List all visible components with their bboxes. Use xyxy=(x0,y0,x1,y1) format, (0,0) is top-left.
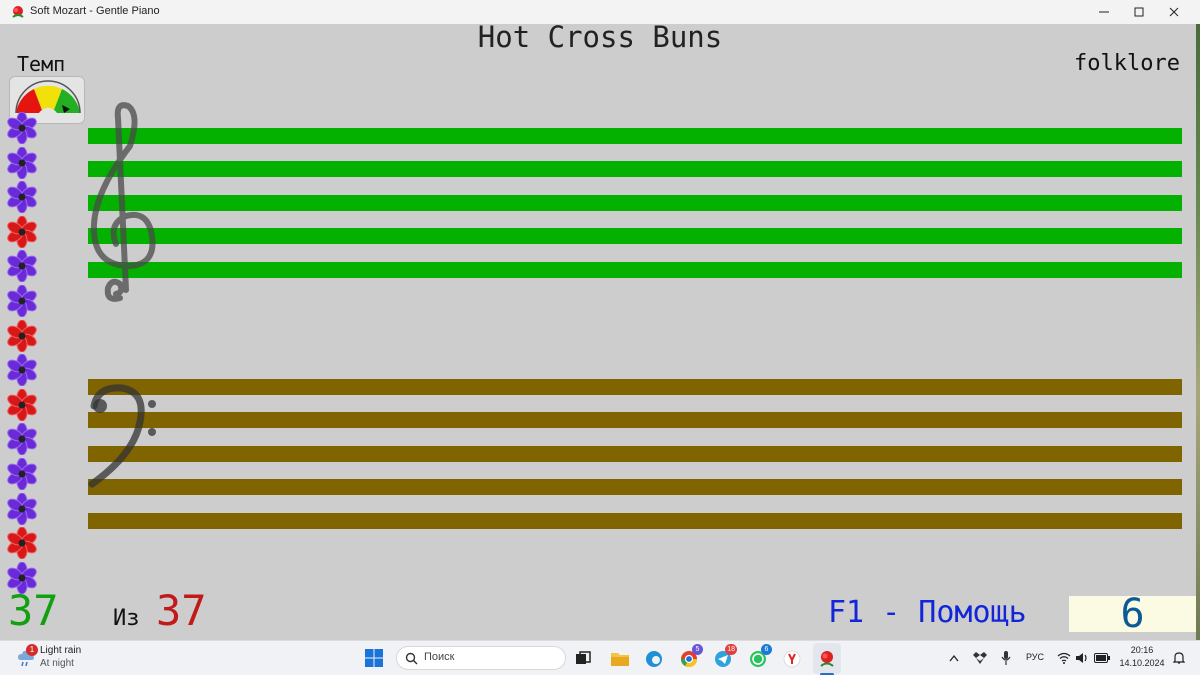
treble-staff-line xyxy=(88,128,1182,144)
telegram-badge: 18 xyxy=(725,644,737,655)
clock-date[interactable]: 14.10.2024 xyxy=(1116,658,1168,668)
whatsapp-badge: 6 xyxy=(761,644,772,655)
purple-flower-icon xyxy=(7,423,37,456)
treble-clef-icon xyxy=(90,102,156,302)
edge-icon[interactable] xyxy=(642,647,666,671)
wifi-icon[interactable] xyxy=(1056,650,1072,666)
app-window: Soft Mozart - Gentle Piano Hot Cross Bun… xyxy=(0,0,1200,640)
purple-flower-icon xyxy=(7,492,37,525)
song-author: folklore xyxy=(1074,51,1180,76)
of-label: Из xyxy=(113,606,140,631)
purple-flower-icon xyxy=(7,285,37,317)
red-flower-icon xyxy=(7,215,37,248)
purple-flower-icon xyxy=(7,250,37,283)
bass-staff-line xyxy=(88,479,1182,495)
help-hint[interactable]: F1 - Помощь xyxy=(828,598,1027,628)
battery-icon[interactable] xyxy=(1094,650,1110,666)
treble-staff-line xyxy=(88,228,1182,244)
weather-badge: 1 xyxy=(26,644,38,656)
score-box: 6 xyxy=(1069,591,1196,637)
taskbar: 1 Light rain At night Поиск 5 18 6 РУС 2… xyxy=(0,640,1200,675)
treble-staff-line xyxy=(88,262,1182,278)
song-title: Hot Cross Buns xyxy=(477,20,723,54)
clock-time[interactable]: 20:16 xyxy=(1120,645,1164,655)
notes-total-count: 37 xyxy=(156,586,207,635)
chevron-up-icon[interactable] xyxy=(946,650,962,666)
purple-flower-icon xyxy=(7,458,37,490)
bass-staff-line xyxy=(88,513,1182,529)
purple-flower-icon xyxy=(7,112,37,144)
desktop-edge xyxy=(1196,24,1200,640)
purple-flower-icon xyxy=(7,181,37,214)
red-flower-icon xyxy=(7,527,37,560)
weather-period: At night xyxy=(40,658,74,669)
yandex-browser-icon[interactable] xyxy=(780,647,804,671)
close-icon xyxy=(1169,7,1179,17)
treble-staff-line xyxy=(88,161,1182,177)
flower-progress-column xyxy=(6,112,40,596)
bass-clef-icon xyxy=(88,384,156,488)
volume-icon[interactable] xyxy=(1074,650,1090,666)
purple-flower-icon xyxy=(7,146,37,179)
telegram-icon[interactable]: 18 xyxy=(711,644,737,671)
chrome-icon[interactable]: 5 xyxy=(677,644,703,671)
tempo-label: Темп xyxy=(17,52,66,76)
file-explorer-icon[interactable] xyxy=(608,647,632,671)
search-placeholder: Поиск xyxy=(424,651,455,663)
windows-start-icon[interactable] xyxy=(364,648,384,668)
dropbox-icon[interactable] xyxy=(972,650,988,666)
minimize-icon xyxy=(1099,11,1109,13)
microphone-icon[interactable] xyxy=(998,650,1014,666)
treble-staff-line xyxy=(88,195,1182,211)
bass-staff-line xyxy=(88,379,1182,395)
purple-flower-icon xyxy=(7,354,37,387)
red-flower-icon xyxy=(7,388,37,421)
soft-mozart-app-icon xyxy=(12,6,24,18)
maximize-icon xyxy=(1134,7,1144,17)
bass-staff-line xyxy=(88,446,1182,462)
soft-mozart-icon[interactable] xyxy=(815,647,839,671)
search-icon xyxy=(405,652,418,665)
chrome-badge: 5 xyxy=(692,644,703,655)
weather-condition: Light rain xyxy=(40,645,82,656)
input-language[interactable]: РУС xyxy=(1026,652,1044,662)
notification-bell-icon[interactable] xyxy=(1171,650,1187,666)
taskbar-search[interactable]: Поиск xyxy=(396,646,566,670)
red-flower-icon xyxy=(7,319,37,352)
task-view-icon[interactable] xyxy=(571,647,595,671)
notes-played-count: 37 xyxy=(8,586,59,635)
whatsapp-icon[interactable]: 6 xyxy=(746,644,772,671)
bass-staff-line xyxy=(88,412,1182,428)
score-value: 6 xyxy=(1120,591,1145,637)
window-title: Soft Mozart - Gentle Piano xyxy=(30,5,160,17)
